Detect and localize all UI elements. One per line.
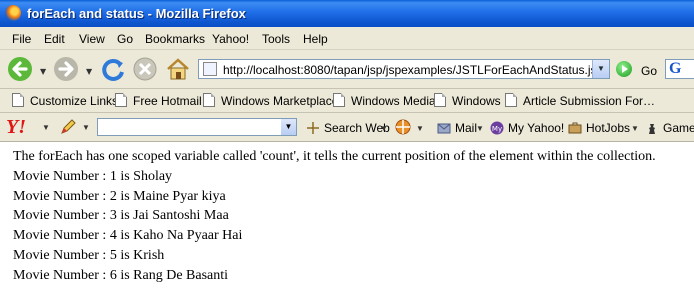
yahoo-search-dropdown-icon[interactable]: ▼ — [281, 119, 296, 135]
my-yahoo-icon: My — [490, 121, 504, 135]
menu-file[interactable]: File — [12, 32, 31, 46]
go-icon[interactable] — [616, 61, 632, 77]
bookmark-item[interactable]: Customize Links — [12, 93, 118, 108]
forward-dropdown-icon[interactable]: ▼ — [86, 67, 92, 76]
forward-arrow-icon[interactable] — [52, 55, 80, 83]
bookmark-item[interactable]: Windows Media — [333, 93, 436, 108]
bookmarks-toolbar: Customize Links Free Hotmail Windows Mar… — [0, 89, 694, 113]
stop-icon[interactable] — [131, 55, 159, 83]
search-web-button[interactable]: Search Web — [306, 121, 390, 135]
menu-tools[interactable]: Tools — [262, 32, 290, 46]
page-icon — [203, 62, 217, 76]
firefox-icon — [5, 5, 21, 21]
bookmark-item[interactable]: Windows — [434, 93, 501, 108]
chess-piece-icon — [649, 124, 655, 134]
my-yahoo-button[interactable]: My My Yahoo! — [490, 121, 564, 135]
mail-button[interactable]: Mail — [437, 121, 477, 135]
movie-line-1: Movie Number : 1 is Sholay — [13, 169, 173, 184]
menu-yahoo[interactable]: Yahoo! — [212, 32, 249, 46]
svg-text:My: My — [492, 125, 502, 133]
movie-line-2: Movie Number : 2 is Maine Pyar kiya — [13, 189, 226, 204]
mail-dropdown-icon[interactable]: ▼ — [476, 124, 484, 133]
briefcase-icon — [568, 122, 582, 134]
hotjobs-button[interactable]: HotJobs — [568, 121, 630, 135]
intro-text: The forEach has one scoped variable call… — [13, 149, 656, 164]
google-logo-icon: G — [669, 60, 682, 77]
go-button-label[interactable]: Go — [641, 64, 657, 78]
pencil-dropdown-icon[interactable]: ▼ — [82, 123, 90, 132]
bookmark-item[interactable]: Article Submission For… — [505, 93, 655, 108]
page-content: The forEach has one scoped variable call… — [0, 142, 694, 290]
games-button[interactable]: Game — [645, 121, 694, 135]
hotjobs-dropdown-icon[interactable]: ▼ — [631, 124, 639, 133]
yahoo-toolbar: Y! ▼ ▼ ▼ Search Web ▼ ▼ Mail ▼ My My Yaho… — [0, 113, 694, 142]
menu-bookmarks[interactable]: Bookmarks — [145, 32, 205, 46]
movie-line-6: Movie Number : 6 is Rang De Basanti — [13, 268, 229, 283]
reload-icon[interactable] — [99, 55, 127, 83]
title-bar: forEach and status - Mozilla Firefox — [0, 0, 694, 27]
menu-view[interactable]: View — [79, 32, 105, 46]
bookmark-item[interactable]: Free Hotmail — [115, 93, 202, 108]
navigation-toolbar: ▼ ▼ http://localhost:8080/tapan/jsp/jspe… — [0, 50, 694, 89]
address-bar[interactable]: http://localhost:8080/tapan/jsp/jspexamp… — [198, 59, 610, 79]
bookmark-page-icon — [203, 93, 215, 107]
yahoo-menu-dropdown-icon[interactable]: ▼ — [42, 123, 50, 132]
movie-line-4: Movie Number : 4 is Kaho Na Pyaar Hai — [13, 228, 243, 243]
search-engine-selector[interactable]: G — [665, 59, 694, 79]
bookmark-page-icon — [115, 93, 127, 107]
pencil-icon[interactable] — [60, 119, 76, 135]
back-dropdown-icon[interactable]: ▼ — [40, 67, 46, 76]
search-web-icon — [307, 122, 319, 134]
bookmark-page-icon — [505, 93, 517, 107]
menu-help[interactable]: Help — [303, 32, 328, 46]
window-title: forEach and status - Mozilla Firefox — [27, 6, 246, 21]
anti-spy-dropdown-icon[interactable]: ▼ — [416, 124, 424, 133]
menu-edit[interactable]: Edit — [44, 32, 65, 46]
yahoo-search-input[interactable]: ▼ — [97, 118, 297, 136]
search-web-dropdown-icon[interactable]: ▼ — [380, 124, 388, 133]
address-dropdown-icon[interactable]: ▼ — [592, 60, 609, 78]
bookmark-page-icon — [434, 93, 446, 107]
bookmark-page-icon — [333, 93, 345, 107]
yahoo-logo-icon[interactable]: Y! — [6, 116, 26, 139]
anti-spy-icon[interactable] — [395, 119, 411, 135]
mail-icon — [437, 123, 451, 134]
bookmark-page-icon — [12, 93, 24, 107]
movie-line-3: Movie Number : 3 is Jai Santoshi Maa — [13, 208, 229, 223]
home-icon[interactable] — [164, 55, 192, 83]
menu-bar: File Edit View Go Bookmarks Yahoo! Tools… — [0, 27, 694, 50]
back-arrow-icon[interactable] — [6, 55, 34, 83]
bookmark-item[interactable]: Windows Marketplace — [203, 93, 338, 108]
movie-line-5: Movie Number : 5 is Krish — [13, 248, 165, 263]
menu-go[interactable]: Go — [117, 32, 133, 46]
address-url[interactable]: http://localhost:8080/tapan/jsp/jspexamp… — [223, 63, 603, 77]
